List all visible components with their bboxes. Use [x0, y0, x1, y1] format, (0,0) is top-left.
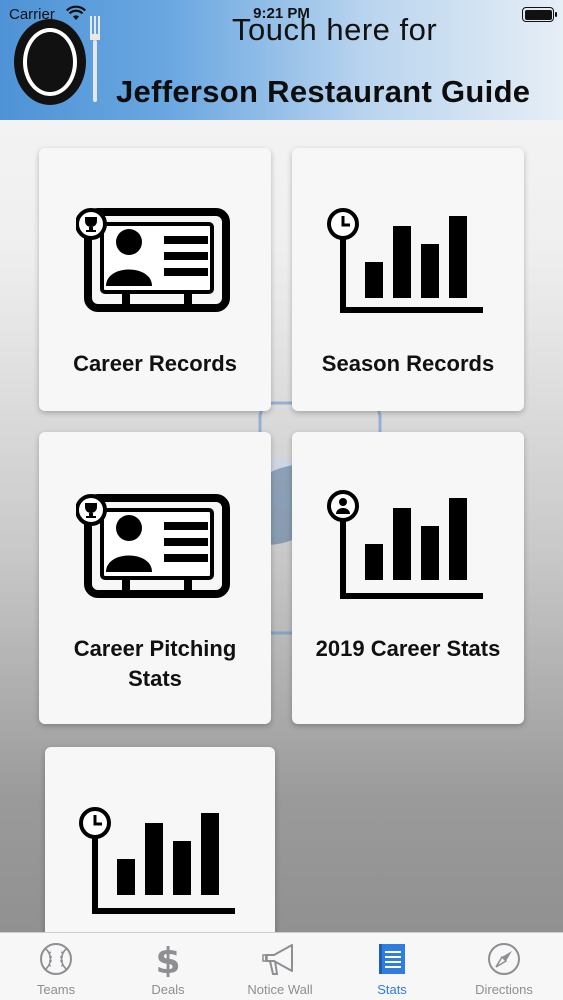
svg-text:$: $	[155, 941, 180, 977]
tab-deals-label: Deals	[151, 982, 185, 997]
id-card-trophy-icon	[76, 494, 230, 598]
tab-notice-wall[interactable]: Notice Wall	[224, 933, 336, 1000]
tab-stats[interactable]: Stats	[336, 933, 448, 1000]
stats-screen: Carrier 9:21 PM Touch here for Jefferson…	[0, 0, 563, 1000]
tab-deals[interactable]: $ Deals	[112, 933, 224, 1000]
battery-icon	[522, 7, 557, 22]
dollar-icon: $	[155, 941, 180, 977]
banner-title: Jefferson Restaurant Guide	[116, 74, 531, 109]
bar-chart-clock-icon	[79, 807, 235, 914]
career-stats-2019-label: 2019 Career Stats	[315, 636, 501, 661]
banner-tagline: Touch here for	[232, 12, 438, 47]
career-records-tile[interactable]: Career Records	[39, 148, 271, 411]
megaphone-icon	[262, 944, 293, 975]
document-icon	[379, 944, 405, 974]
fork-icon	[90, 16, 100, 102]
tab-directions[interactable]: Directions	[448, 933, 560, 1000]
career-pitching-stats-tile[interactable]: Career Pitching Stats	[39, 432, 271, 724]
stats-tile-5[interactable]	[45, 747, 275, 947]
season-records-tile[interactable]: Season Records	[292, 148, 524, 411]
baseball-icon	[40, 943, 72, 975]
id-card-trophy-icon	[76, 208, 230, 312]
career-stats-2019-tile[interactable]: 2019 Career Stats	[292, 432, 524, 724]
season-records-label: Season Records	[321, 351, 495, 376]
tab-bar: Teams $ Deals Notice Wall Stats Directio…	[0, 932, 563, 1000]
career-pitching-stats-label-line2: Stats	[128, 666, 182, 691]
tab-directions-label: Directions	[475, 982, 533, 997]
tab-teams-label: Teams	[36, 982, 76, 997]
tab-stats-label: Stats	[377, 982, 407, 997]
compass-icon	[488, 943, 520, 975]
career-records-label: Career Records	[73, 351, 237, 376]
tab-teams[interactable]: Teams	[0, 933, 112, 1000]
bar-chart-person-icon	[327, 490, 483, 599]
bar-chart-clock-icon	[327, 208, 483, 313]
plate-fork-logo-icon	[14, 19, 86, 105]
tab-notice-wall-label: Notice Wall	[247, 982, 313, 997]
restaurant-guide-banner[interactable]: Carrier 9:21 PM Touch here for Jefferson…	[0, 0, 563, 120]
career-pitching-stats-label-line1: Career Pitching	[73, 636, 237, 661]
